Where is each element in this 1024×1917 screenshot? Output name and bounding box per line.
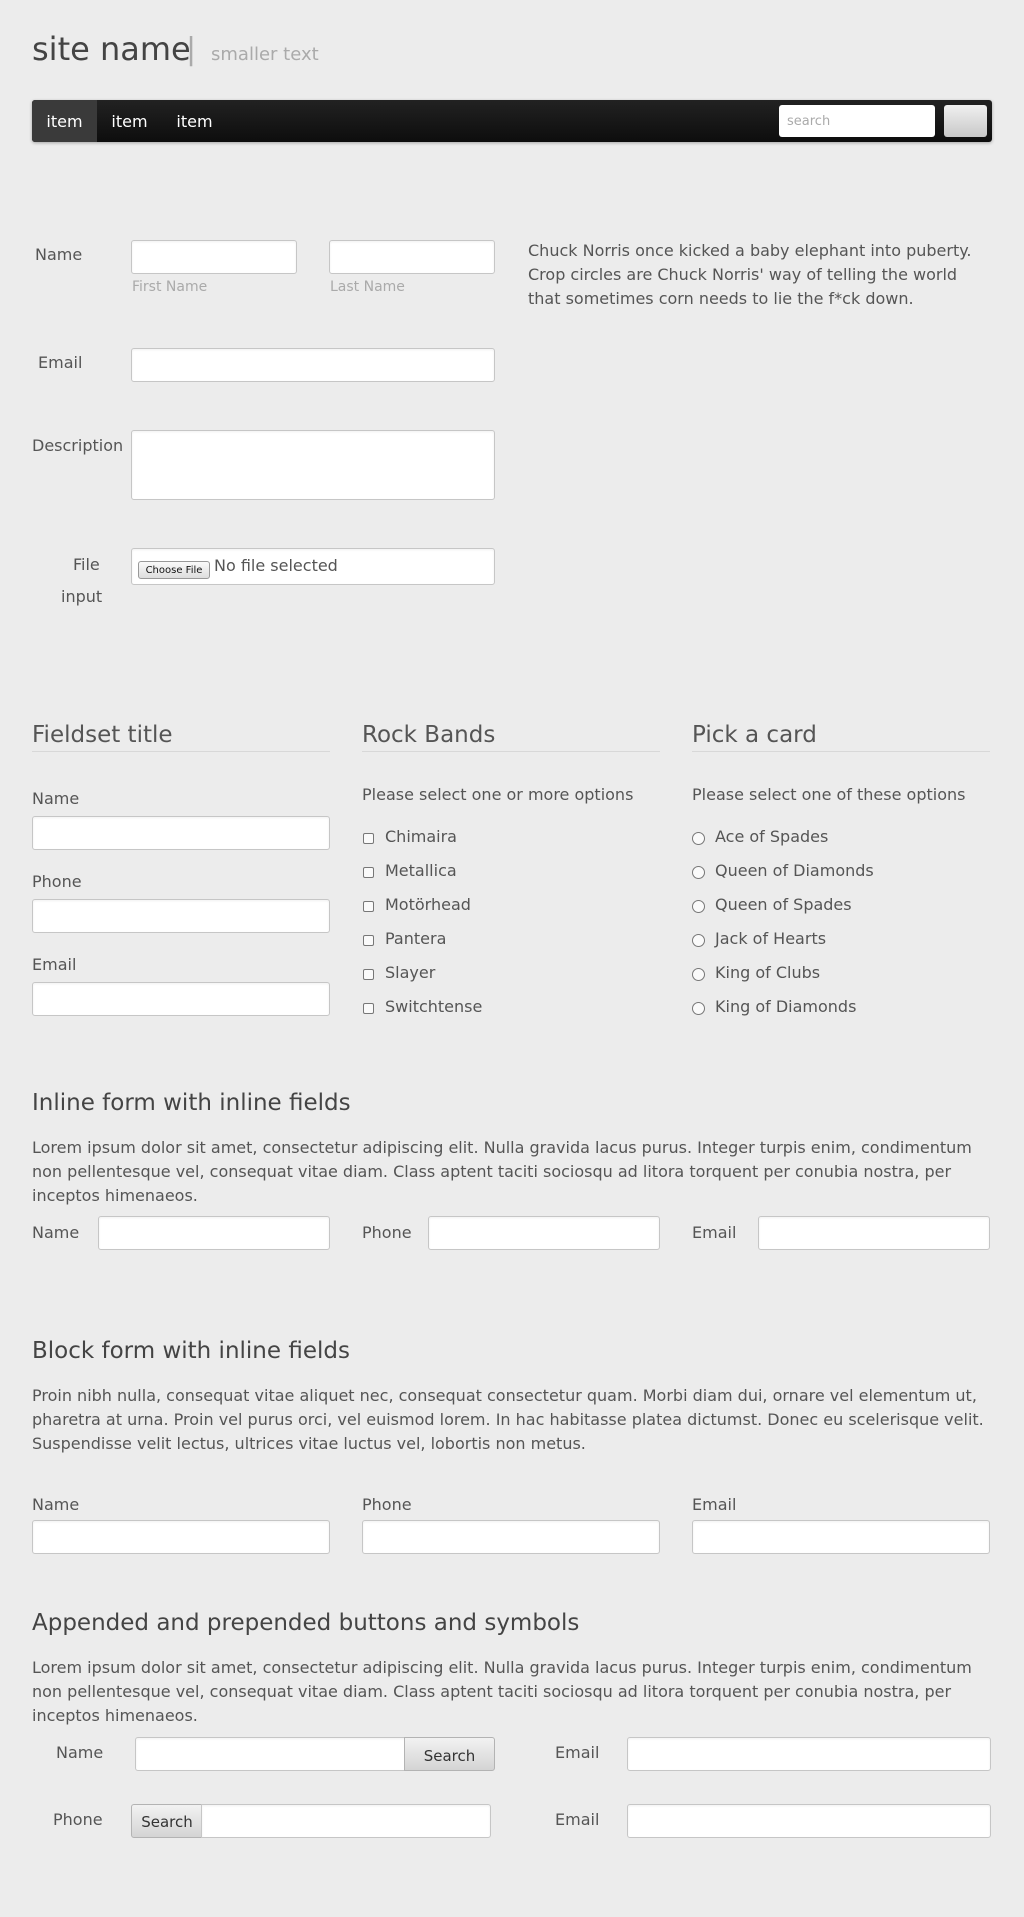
option-king-of-clubs: King of Clubs — [715, 963, 821, 982]
append-email-label-2: Email — [555, 1810, 600, 1829]
option-pantera: Pantera — [385, 929, 447, 948]
last-name-input[interactable] — [329, 240, 495, 274]
block-form-title: Block form with inline fields — [32, 1338, 350, 1364]
nav-item-label: item — [111, 111, 148, 131]
option-motorhead: Motörhead — [385, 895, 471, 914]
option-jack-of-hearts: Jack of Hearts — [715, 929, 827, 948]
block-phone-label: Phone — [362, 1495, 412, 1514]
append-form-title: Appended and prepended buttons and symbo… — [32, 1610, 580, 1636]
radio-king-of-diamonds[interactable] — [692, 1002, 705, 1015]
nav-item-1[interactable]: item — [32, 100, 97, 142]
inline-email-label: Email — [692, 1223, 737, 1242]
navbar: item item item search — [32, 100, 992, 142]
checkbox-chimaira[interactable] — [363, 833, 374, 844]
append-name-input[interactable] — [135, 1737, 407, 1771]
radio-queen-of-spades[interactable] — [692, 900, 705, 913]
checkbox-switchtense[interactable] — [363, 1003, 374, 1014]
option-king-of-diamonds: King of Diamonds — [715, 997, 857, 1016]
option-queen-of-diamonds: Queen of Diamonds — [715, 861, 874, 880]
nav-item-3[interactable]: item — [162, 100, 227, 142]
append-email-input-2[interactable] — [627, 1804, 991, 1838]
radio-jack-of-hearts[interactable] — [692, 934, 705, 947]
inline-name-input[interactable] — [98, 1216, 330, 1250]
rock-bands-title: Rock Bands — [362, 722, 660, 752]
append-search-label: Search — [423, 1747, 476, 1765]
append-form-text: Lorem ipsum dolor sit amet, consectetur … — [32, 1658, 972, 1725]
checkbox-pantera[interactable] — [363, 935, 374, 946]
option-ace-of-spades: Ace of Spades — [715, 827, 829, 846]
search-placeholder: search — [787, 113, 831, 129]
inline-email-input[interactable] — [758, 1216, 990, 1250]
file-input[interactable]: Choose File No file selected — [131, 548, 495, 585]
fieldset-phone-label: Phone — [32, 872, 82, 891]
fieldset-name-input[interactable] — [32, 816, 330, 850]
prepend-phone-input[interactable] — [201, 1804, 491, 1838]
pick-card-title: Pick a card — [692, 722, 990, 752]
header-divider: | — [186, 32, 197, 67]
choose-file-button[interactable]: Choose File — [138, 561, 210, 579]
first-name-input[interactable] — [131, 240, 297, 274]
block-email-input[interactable] — [692, 1520, 990, 1554]
append-email-input-1[interactable] — [627, 1737, 991, 1771]
site-name: site name — [32, 30, 191, 68]
nav-item-2[interactable]: item — [97, 100, 162, 142]
choose-file-label: Choose File — [145, 564, 203, 576]
fieldset-title: Fieldset title — [32, 722, 330, 752]
last-name-hint: Last Name — [330, 279, 405, 295]
nav-item-label: item — [176, 111, 213, 131]
aside-text: Chuck Norris once kicked a baby elephant… — [528, 241, 972, 308]
first-name-hint: First Name — [132, 279, 208, 295]
inline-phone-label: Phone — [362, 1223, 412, 1242]
append-name-label: Name — [56, 1743, 104, 1762]
radio-king-of-clubs[interactable] — [692, 968, 705, 981]
email-input[interactable] — [131, 348, 495, 382]
inline-form-text: Lorem ipsum dolor sit amet, consectetur … — [32, 1138, 972, 1205]
tagline: smaller text — [211, 44, 319, 65]
prepend-search-label: Search — [141, 1813, 193, 1831]
description-label: Description — [32, 436, 124, 455]
fieldset-email-input[interactable] — [32, 982, 330, 1016]
fieldset-email-label: Email — [32, 955, 77, 974]
email-label: Email — [38, 353, 83, 372]
rock-bands-prompt: Please select one or more options — [362, 785, 634, 804]
block-name-input[interactable] — [32, 1520, 330, 1554]
checkbox-metallica[interactable] — [363, 867, 374, 878]
append-email-label-1: Email — [555, 1743, 600, 1762]
nav-item-label: item — [46, 111, 83, 131]
inline-form-title: Inline form with inline fields — [32, 1090, 351, 1116]
option-metallica: Metallica — [385, 861, 457, 880]
inline-name-label: Name — [32, 1223, 80, 1242]
append-search-button[interactable]: Search — [404, 1737, 495, 1771]
option-switchtense: Switchtense — [385, 997, 483, 1016]
block-form-text: Proin nibh nulla, consequat vitae alique… — [32, 1386, 984, 1453]
pick-card-prompt: Please select one of these options — [692, 785, 966, 804]
nav-search-input[interactable]: search — [779, 105, 935, 137]
fieldset-name-label: Name — [32, 789, 80, 808]
no-file-text: No file selected — [214, 556, 338, 575]
prepend-search-button[interactable]: Search — [131, 1804, 203, 1838]
prepend-phone-label: Phone — [53, 1810, 103, 1829]
block-phone-input[interactable] — [362, 1520, 660, 1554]
description-textarea[interactable] — [131, 430, 495, 500]
nav-search-button[interactable] — [944, 105, 987, 137]
block-name-label: Name — [32, 1495, 80, 1514]
name-label: Name — [35, 245, 83, 264]
file-label-line2: input — [61, 587, 103, 606]
radio-ace-of-spades[interactable] — [692, 832, 705, 845]
checkbox-slayer[interactable] — [363, 969, 374, 980]
fieldset-phone-input[interactable] — [32, 899, 330, 933]
block-email-label: Email — [692, 1495, 737, 1514]
option-chimaira: Chimaira — [385, 827, 457, 846]
option-slayer: Slayer — [385, 963, 436, 982]
checkbox-motorhead[interactable] — [363, 901, 374, 912]
radio-queen-of-diamonds[interactable] — [692, 866, 705, 879]
inline-phone-input[interactable] — [428, 1216, 660, 1250]
option-queen-of-spades: Queen of Spades — [715, 895, 852, 914]
file-label-line1: File — [73, 555, 100, 574]
